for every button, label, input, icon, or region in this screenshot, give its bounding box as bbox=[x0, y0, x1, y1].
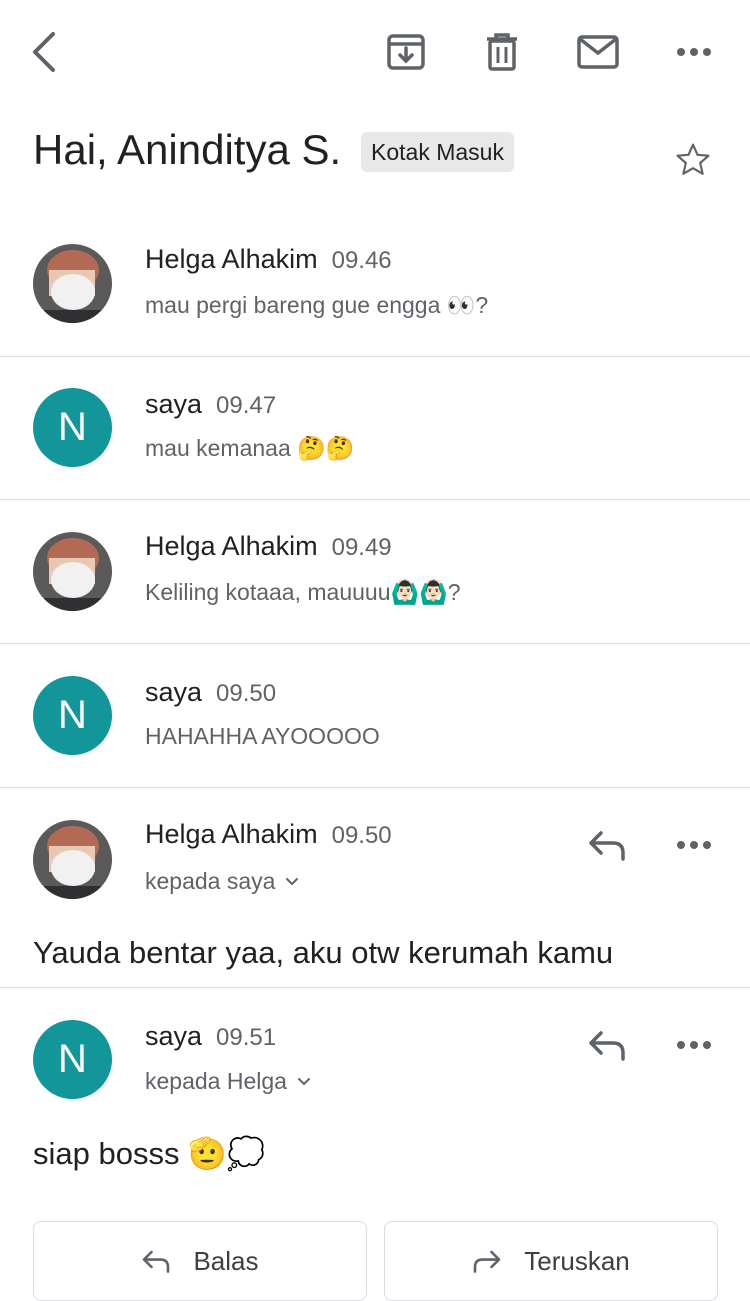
sender-name: Helga Alhakim bbox=[145, 819, 318, 849]
forward-button[interactable]: Teruskan bbox=[384, 1221, 718, 1301]
message-collapsed[interactable]: N saya 09.47 mau kemanaa 🤔🤔 bbox=[0, 357, 750, 500]
more-horiz-icon[interactable] bbox=[672, 823, 716, 867]
sender-line: saya 09.47 bbox=[145, 389, 276, 420]
avatar bbox=[33, 532, 112, 611]
avatar: N bbox=[33, 388, 112, 467]
recipient-label: kepada saya bbox=[145, 868, 276, 894]
mail-icon[interactable] bbox=[576, 30, 620, 74]
forward-button-label: Teruskan bbox=[524, 1245, 630, 1276]
sender-name: saya bbox=[145, 1021, 203, 1051]
more-horiz-icon[interactable] bbox=[672, 30, 716, 74]
message-time: 09.49 bbox=[331, 534, 392, 561]
recipient-dropdown[interactable]: kepada Helga bbox=[145, 1068, 315, 1095]
reply-icon[interactable] bbox=[585, 823, 629, 867]
sender-name: Helga Alhakim bbox=[145, 244, 318, 274]
message-snippet: HAHAHHA AYOOOOO bbox=[145, 723, 380, 749]
message-collapsed[interactable]: Helga Alhakim 09.46 mau pergi bareng gue … bbox=[0, 214, 750, 357]
recipient-label: kepada Helga bbox=[145, 1068, 287, 1094]
message-expanded: N saya 09.51 kepada Helga siap bosss 🫡💭 bbox=[0, 989, 750, 1219]
message-time: 09.46 bbox=[331, 247, 392, 274]
message-time: 09.50 bbox=[331, 822, 392, 849]
message-collapsed[interactable]: N saya 09.50 HAHAHHA AYOOOOO bbox=[0, 645, 750, 788]
star-icon[interactable] bbox=[673, 140, 717, 184]
inbox-label-chip[interactable]: Kotak Masuk bbox=[361, 132, 514, 172]
reply-button[interactable]: Balas bbox=[33, 1221, 367, 1301]
reply-button-label: Balas bbox=[193, 1245, 259, 1276]
sender-line: Helga Alhakim 09.50 bbox=[145, 819, 392, 850]
message-body: siap bosss 🫡💭 bbox=[33, 1136, 266, 1171]
more-horiz-icon[interactable] bbox=[672, 1023, 716, 1067]
subject-title: Hai, Aninditya S. bbox=[33, 126, 342, 173]
avatar: N bbox=[33, 676, 112, 755]
message-body: Yauda bentar yaa, aku otw kerumah kamu bbox=[33, 935, 614, 970]
message-time: 09.51 bbox=[216, 1024, 277, 1051]
chevron-down-icon bbox=[297, 1077, 310, 1085]
sender-line: Helga Alhakim 09.49 bbox=[145, 531, 392, 562]
message-expanded: Helga Alhakim 09.50 kepada saya Yauda ben… bbox=[0, 789, 750, 988]
avatar: N bbox=[33, 1020, 112, 1099]
message-collapsed[interactable]: Helga Alhakim 09.49 Keliling kotaaa, mauu… bbox=[0, 501, 750, 644]
trash-icon[interactable] bbox=[480, 30, 524, 74]
sender-line: saya 09.50 bbox=[145, 677, 276, 708]
sender-line: saya 09.51 bbox=[145, 1021, 276, 1052]
sender-name: saya bbox=[145, 389, 203, 419]
subject-row: Hai, Aninditya S. Kotak Masuk bbox=[33, 122, 723, 182]
reply-icon[interactable] bbox=[585, 1023, 629, 1067]
sender-name: Helga Alhakim bbox=[145, 531, 318, 561]
message-time: 09.47 bbox=[216, 392, 277, 419]
avatar bbox=[33, 244, 112, 323]
forward-icon bbox=[473, 1250, 501, 1273]
message-time: 09.50 bbox=[216, 680, 277, 707]
top-toolbar bbox=[0, 0, 750, 108]
archive-icon[interactable] bbox=[384, 30, 428, 74]
recipient-dropdown[interactable]: kepada saya bbox=[145, 868, 303, 895]
sender-name: saya bbox=[145, 677, 203, 707]
message-snippet: mau pergi bareng gue engga 👀? bbox=[145, 292, 489, 318]
reply-icon bbox=[143, 1250, 170, 1273]
message-snippet: Keliling kotaaa, mauuuu🙆🏻‍♂️🙆🏻‍♂️? bbox=[145, 579, 461, 605]
back-arrow-icon[interactable] bbox=[22, 30, 66, 74]
chevron-down-icon bbox=[286, 877, 299, 885]
avatar bbox=[33, 820, 112, 899]
sender-line: Helga Alhakim 09.46 bbox=[145, 244, 392, 275]
message-snippet: mau kemanaa 🤔🤔 bbox=[145, 435, 355, 461]
